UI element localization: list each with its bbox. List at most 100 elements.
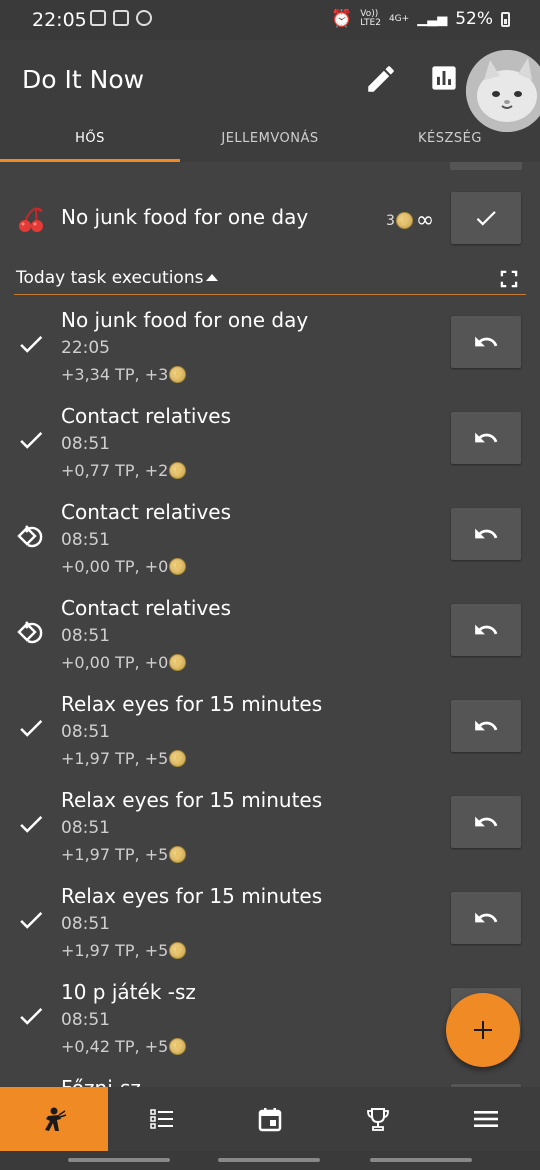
execution-title: Contact relatives <box>61 500 232 524</box>
coin-icon <box>169 750 187 767</box>
tab-hero[interactable]: HŐS <box>0 131 180 146</box>
execution-gain-text: +3,34 TP, +3 <box>61 365 169 384</box>
section-header[interactable]: Today task executions <box>0 256 540 296</box>
list-icon <box>150 1109 173 1129</box>
partial-button[interactable] <box>450 162 522 170</box>
check-icon <box>476 211 496 226</box>
execution-gain-text: +0,77 TP, +2 <box>61 461 169 480</box>
execution-gain-text: +0,42 TP, +5 <box>61 1037 169 1056</box>
execution-title: 10 p játék -sz <box>61 980 196 1004</box>
bottom-navigation <box>0 1087 540 1151</box>
execution-row[interactable]: Főzni-sz <box>0 1072 540 1087</box>
undo-button[interactable] <box>451 796 521 848</box>
execution-row[interactable]: Relax eyes for 15 minutes 08:51 +1,97 TP, … <box>0 688 540 784</box>
execution-reward: +1,97 TP, +5 <box>61 749 187 768</box>
execution-row[interactable]: Contact relatives 08:51 +0,77 TP, +2 <box>0 400 540 496</box>
tab-traits[interactable]: JELLEMVONÁS <box>180 131 360 146</box>
coin-icon <box>169 1038 187 1055</box>
undo-button[interactable] <box>451 316 521 368</box>
execution-title: Contact relatives <box>61 404 232 428</box>
section-divider <box>14 294 526 295</box>
edit-icon[interactable] <box>364 62 398 96</box>
nav-calendar[interactable] <box>216 1087 324 1151</box>
check-icon <box>16 329 46 359</box>
coin-icon <box>395 212 413 229</box>
execution-row[interactable]: Contact relatives 08:51 +0,00 TP, +0 <box>0 592 540 688</box>
execution-time: 08:51 <box>61 434 110 454</box>
app-title: Do It Now <box>22 65 145 94</box>
gesture-bar <box>0 1151 540 1170</box>
execution-gain-text: +0,00 TP, +0 <box>61 653 169 672</box>
execution-gain-text: +1,97 TP, +5 <box>61 749 169 768</box>
execution-row[interactable]: Relax eyes for 15 minutes 08:51 +1,97 TP, … <box>0 880 540 976</box>
skip-icon <box>16 521 46 551</box>
undo-button[interactable] <box>451 508 521 560</box>
execution-reward: +1,97 TP, +5 <box>61 845 187 864</box>
hero-icon <box>45 1107 67 1131</box>
coin-icon <box>169 654 187 671</box>
nav-achievements[interactable] <box>324 1087 432 1151</box>
battery-percent: 52% <box>455 9 493 29</box>
execution-reward: +0,77 TP, +2 <box>61 461 187 480</box>
undo-button[interactable] <box>451 604 521 656</box>
coin-icon <box>169 366 187 383</box>
fullscreen-icon[interactable] <box>498 268 520 290</box>
execution-title: Relax eyes for 15 minutes <box>61 692 323 716</box>
notification-icons <box>90 10 152 26</box>
execution-gain-text: +1,97 TP, +5 <box>61 941 169 960</box>
avatar[interactable] <box>466 50 540 132</box>
undo-button[interactable] <box>451 700 521 752</box>
execution-gain-text: +0,00 TP, +0 <box>61 557 169 576</box>
execution-row[interactable]: Relax eyes for 15 minutes 08:51 +1,97 TP, … <box>0 784 540 880</box>
cherry-icon <box>19 207 43 232</box>
gesture-pill-right <box>370 1158 472 1162</box>
network-indicator: 4G+ <box>388 13 410 24</box>
tab-skills[interactable]: KÉSZSÉG <box>360 131 540 146</box>
coin-icon <box>169 846 187 863</box>
status-right: ⏰ Vo)) LTE2 4G+ ▁▃▅ 52% <box>331 9 510 29</box>
nav-tasks[interactable] <box>108 1087 216 1151</box>
collapse-caret-icon[interactable] <box>206 274 218 281</box>
main-task-row[interactable]: No junk food for one day 3 ∞ <box>0 188 540 248</box>
infinity-icon: ∞ <box>415 208 435 233</box>
cat-avatar-image <box>466 50 540 132</box>
nav-menu[interactable] <box>432 1087 540 1151</box>
plus-icon <box>474 1021 492 1039</box>
messenger-icon <box>136 10 152 26</box>
task-content[interactable]: No junk food for one day 3 ∞ Today task … <box>0 162 540 1087</box>
gesture-pill-left <box>68 1158 170 1162</box>
gallery-icon <box>90 10 106 26</box>
execution-row[interactable]: No junk food for one day 22:05 +3,34 TP, +… <box>0 304 540 400</box>
check-icon <box>16 905 46 935</box>
complete-task-button[interactable] <box>451 192 521 244</box>
execution-row[interactable]: Contact relatives 08:51 +0,00 TP, +0 <box>0 496 540 592</box>
check-icon <box>16 425 46 455</box>
status-time: 22:05 <box>32 9 87 31</box>
execution-title: No junk food for one day <box>61 308 309 332</box>
skip-icon <box>16 617 46 647</box>
coin-icon <box>169 462 187 479</box>
add-button[interactable] <box>446 993 520 1067</box>
check-icon <box>16 1001 46 1031</box>
trophy-icon <box>367 1108 389 1131</box>
tab-bar: HŐS JELLEMVONÁS KÉSZSÉG <box>0 122 540 162</box>
execution-title: Relax eyes for 15 minutes <box>61 788 323 812</box>
execution-time: 08:51 <box>61 626 110 646</box>
execution-time: 08:51 <box>61 530 110 550</box>
execution-gain-text: +1,97 TP, +5 <box>61 845 169 864</box>
undo-button[interactable] <box>451 412 521 464</box>
nav-hero[interactable] <box>0 1087 108 1151</box>
statistics-icon[interactable] <box>430 64 458 92</box>
execution-reward: +0,00 TP, +0 <box>61 653 187 672</box>
calendar-icon <box>258 1108 282 1132</box>
wifi-icon <box>113 10 129 26</box>
gesture-pill-center <box>218 1158 320 1162</box>
undo-button[interactable] <box>451 892 521 944</box>
coin-count: 3 <box>386 212 395 229</box>
execution-title: Contact relatives <box>61 596 232 620</box>
task-title: No junk food for one day <box>61 205 309 229</box>
execution-reward: +0,42 TP, +5 <box>61 1037 187 1056</box>
volte-indicator: Vo)) LTE2 <box>360 9 381 28</box>
execution-time: 08:51 <box>61 914 110 934</box>
execution-reward: +3,34 TP, +3 <box>61 365 187 384</box>
